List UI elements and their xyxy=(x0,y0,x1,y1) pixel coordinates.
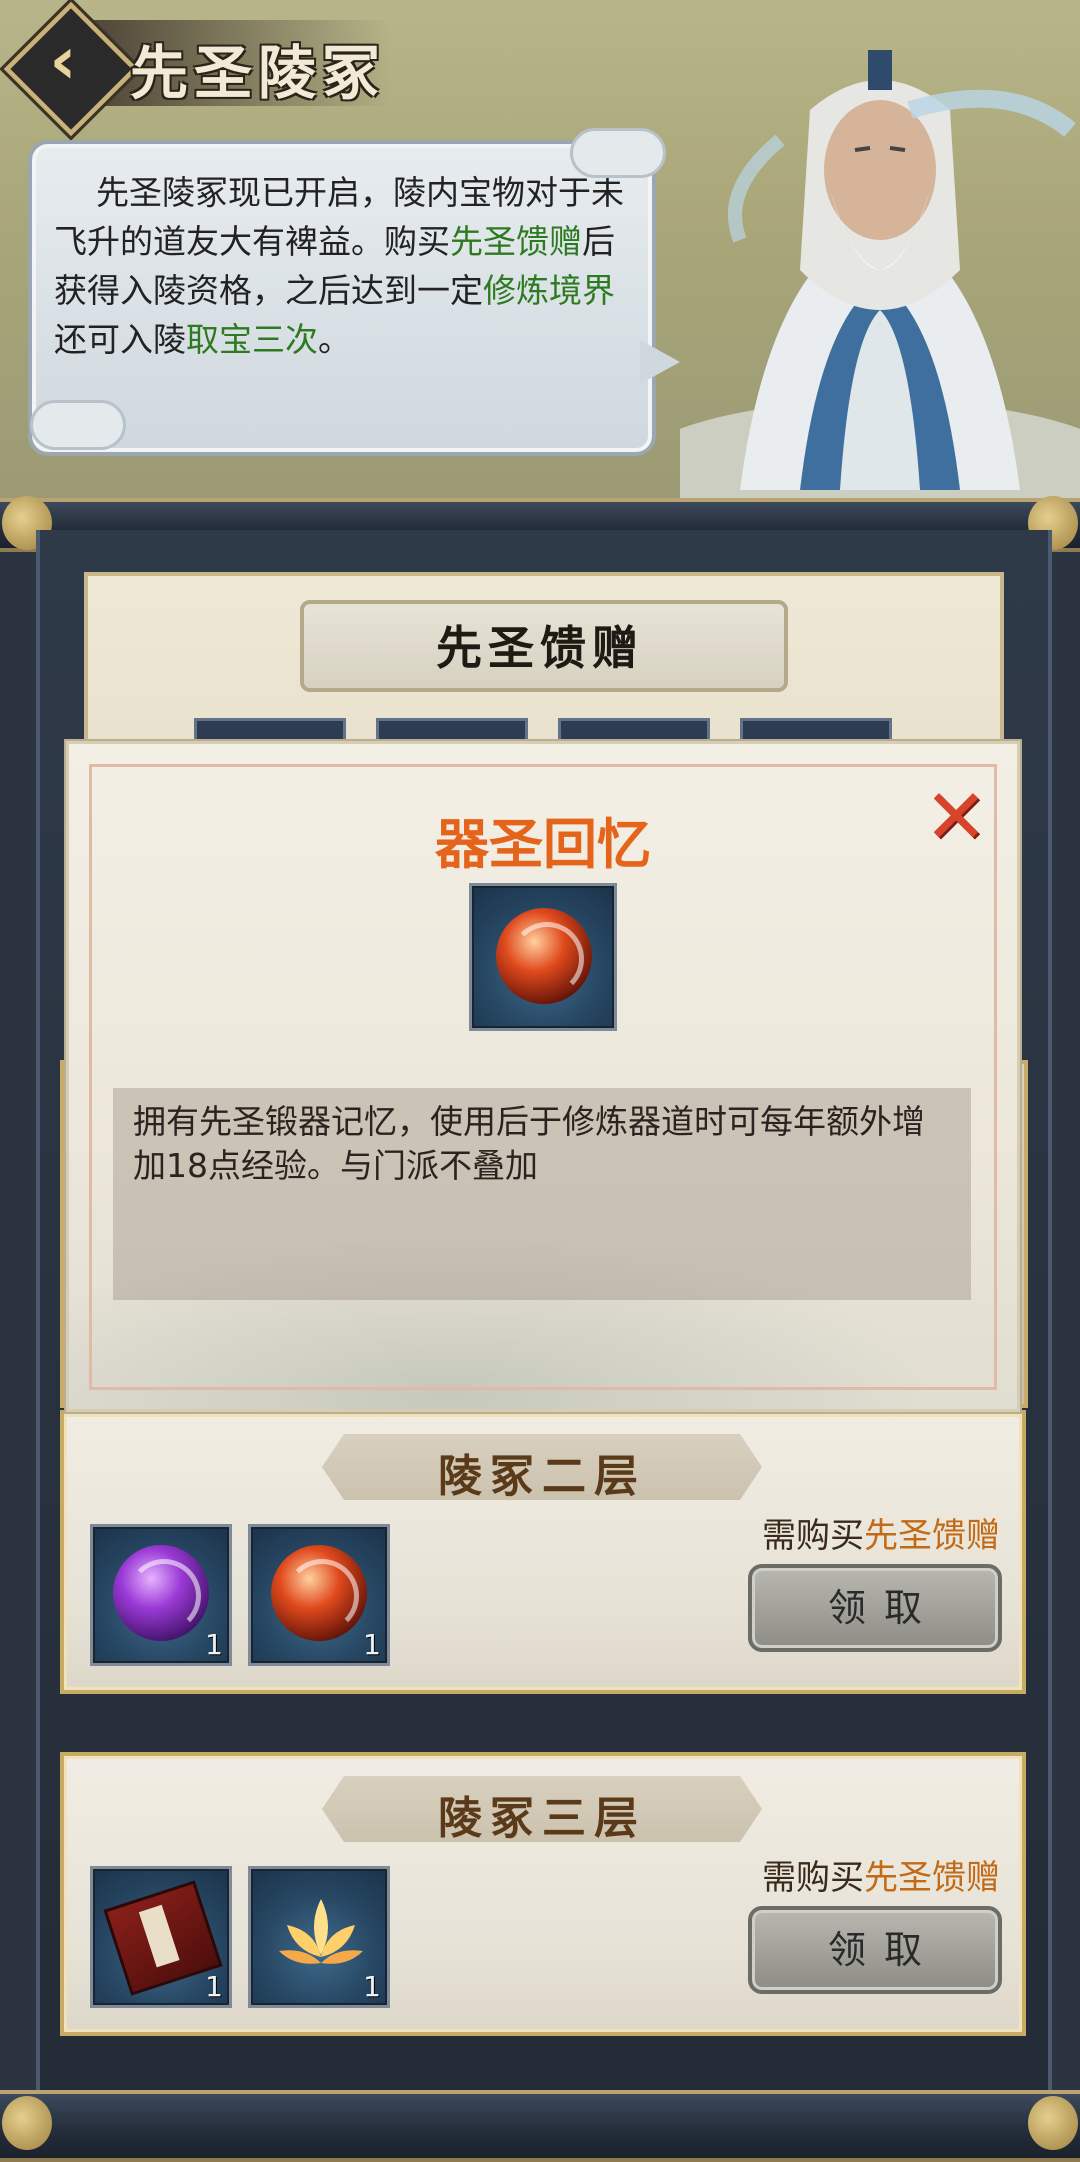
requirement-item: 先圣馈赠 xyxy=(864,1858,1000,1898)
header: ‹ 先圣陵冢 先圣陵冢现已开启，陵内宝物对于未飞升的道友大有裨益。购买先圣馈赠后… xyxy=(0,0,1080,500)
swirl-icon xyxy=(127,1559,201,1633)
claim-button[interactable]: 领取 xyxy=(748,1564,1002,1652)
modal-item-slot xyxy=(469,883,617,1031)
cloud-deco xyxy=(570,128,666,178)
item-slot[interactable]: 1 xyxy=(248,1524,390,1666)
swirl-icon xyxy=(285,1559,359,1633)
book-label xyxy=(138,1904,180,1968)
item-description: 拥有先圣锻器记忆，使用后于修炼器道时可每年额外增加18点经验。与门派不叠加 xyxy=(133,1102,925,1185)
realm-link[interactable]: 修炼境界 xyxy=(483,271,615,310)
speech-tail xyxy=(640,340,680,384)
floor-card-2: 陵冢二层 1 1 需购买先圣馈赠 领取 xyxy=(60,1410,1026,1694)
requirement-prefix: 需购买 xyxy=(762,1516,864,1556)
scroll-knob xyxy=(1028,2096,1078,2150)
gift-link[interactable]: 先圣馈赠 xyxy=(450,222,582,261)
description-box: 拥有先圣锻器记忆，使用后于修炼器道时可每年额外增加18点经验。与门派不叠加 xyxy=(113,1088,971,1300)
requirement-item: 先圣馈赠 xyxy=(864,1516,1000,1556)
floor-title: 陵冢三层 xyxy=(438,1793,646,1844)
floor-title: 陵冢二层 xyxy=(438,1451,646,1502)
intro-part4: 。 xyxy=(318,320,351,359)
intro-part3: 还可入陵 xyxy=(54,320,186,359)
intro-text: 先圣陵冢现已开启，陵内宝物对于未飞升的道友大有裨益。购买先圣馈赠后获得入陵资格，… xyxy=(54,168,634,364)
item-count: 1 xyxy=(363,1628,381,1661)
chevron-left-icon[interactable]: ‹ xyxy=(28,26,98,96)
close-icon[interactable]: ✕ xyxy=(921,779,991,855)
page-title: 先圣陵冢 xyxy=(130,39,387,107)
sage-portrait xyxy=(680,50,1080,500)
item-slot[interactable]: 1 xyxy=(90,1866,232,2008)
requirement-text: 需购买先圣馈赠 xyxy=(762,1850,1000,1899)
item-slot[interactable]: 1 xyxy=(90,1524,232,1666)
modal-title: 器圣回忆 xyxy=(435,813,651,876)
scroll-knob xyxy=(2,2096,52,2150)
item-count: 1 xyxy=(363,1970,381,2003)
requirement-text: 需购买先圣馈赠 xyxy=(762,1508,1000,1557)
treasure-link[interactable]: 取宝三次 xyxy=(186,320,318,359)
scroll-rod-bottom xyxy=(0,2090,1080,2162)
requirement-prefix: 需购买 xyxy=(762,1858,864,1898)
floor-card-3: 陵冢三层 1 1 需购买先圣馈赠 领取 xyxy=(60,1752,1026,2036)
claim-button[interactable]: 领取 xyxy=(748,1906,1002,1994)
gift-title: 先圣馈赠 xyxy=(436,621,644,675)
swirl-icon xyxy=(510,922,584,996)
cloud-deco xyxy=(30,400,126,450)
golden-lotus-icon xyxy=(279,1899,363,1964)
item-count: 1 xyxy=(205,1970,223,2003)
speech-bubble: 先圣陵冢现已开启，陵内宝物对于未飞升的道友大有裨益。购买先圣馈赠后获得入陵资格，… xyxy=(28,140,656,456)
item-slot[interactable]: 1 xyxy=(248,1866,390,2008)
item-detail-modal: 器圣回忆 ✕ 拥有先圣锻器记忆，使用后于修炼器道时可每年额外增加18点经验。与门… xyxy=(66,741,1020,1412)
item-count: 1 xyxy=(205,1628,223,1661)
